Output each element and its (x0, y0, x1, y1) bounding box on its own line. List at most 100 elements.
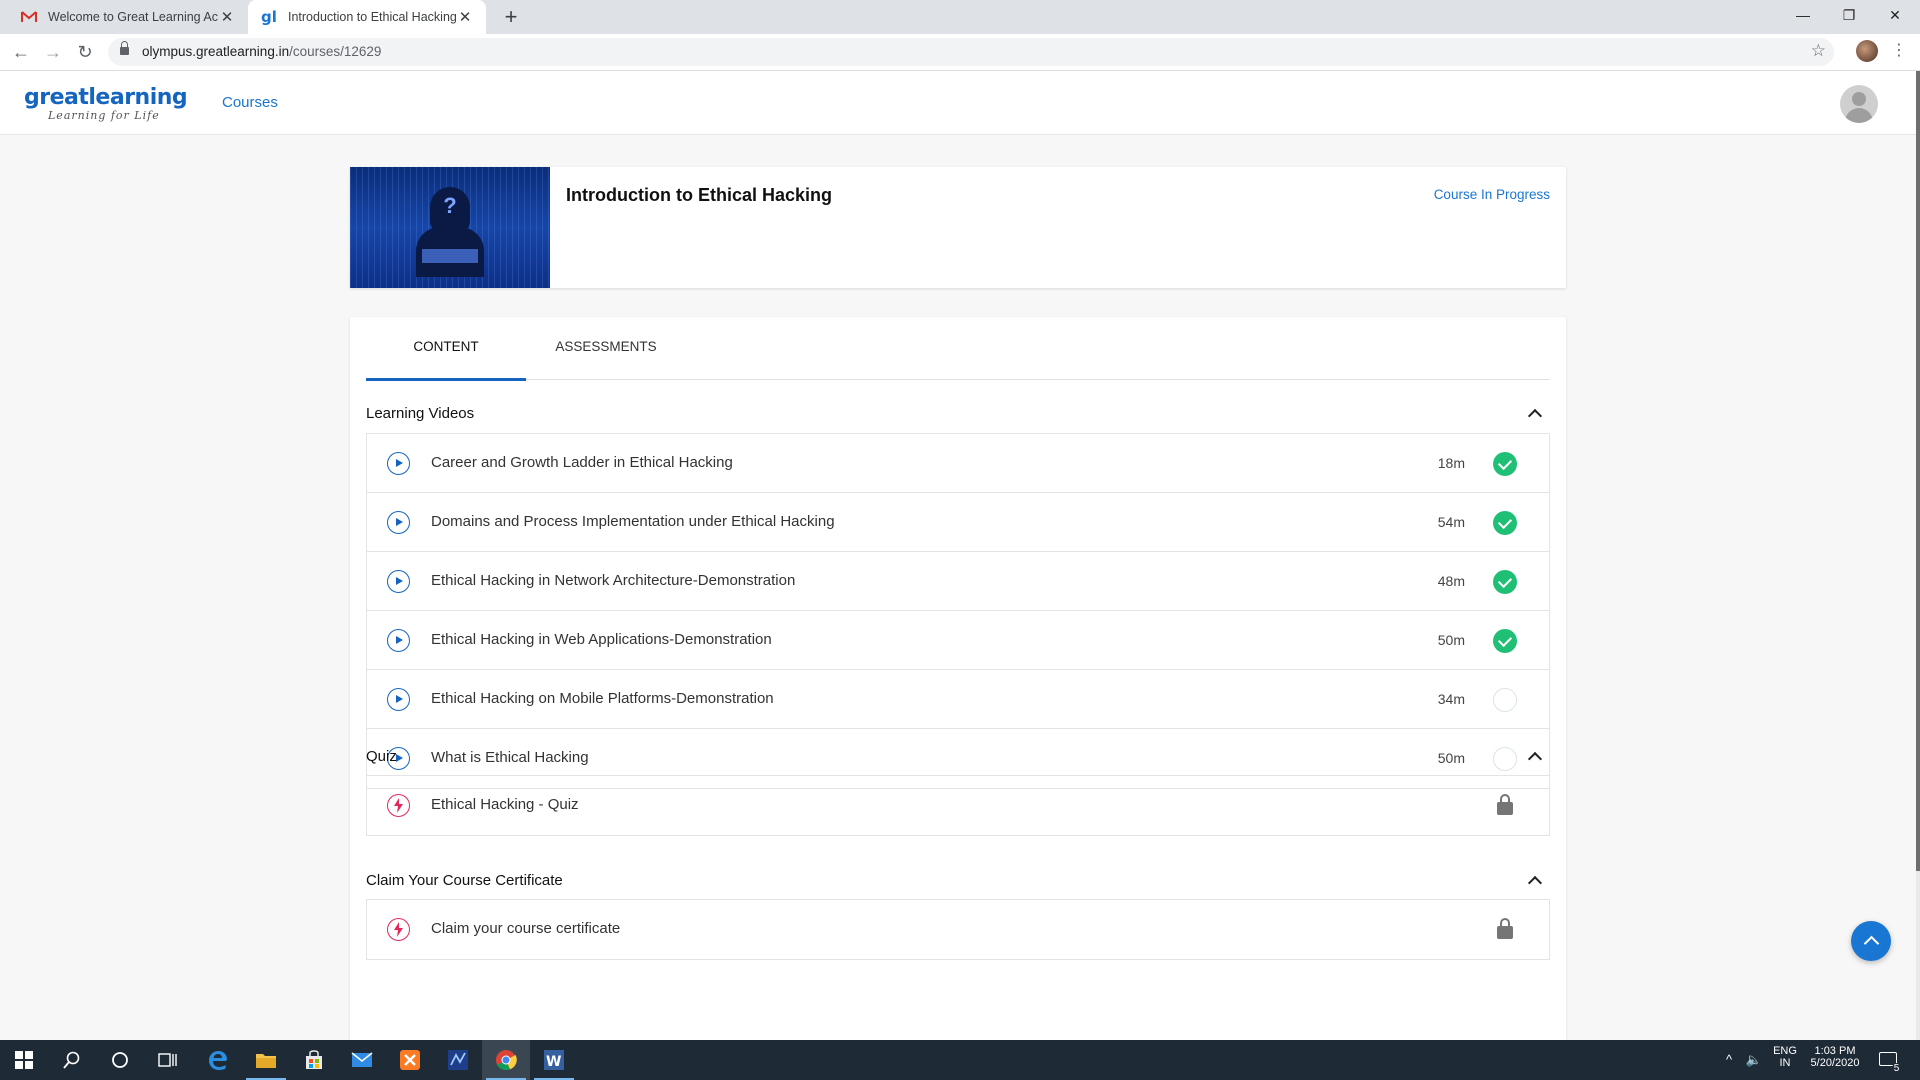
browser-menu-icon[interactable]: ⋮ (1891, 40, 1907, 62)
play-icon (387, 452, 410, 475)
section-header-learning-videos[interactable]: Learning Videos (366, 405, 1550, 425)
file-explorer-icon[interactable] (242, 1040, 290, 1080)
section-header-quiz[interactable]: Quiz (366, 748, 1550, 768)
list-item[interactable]: Domains and Process Implementation under… (367, 493, 1549, 552)
item-title: Career and Growth Ladder in Ethical Hack… (431, 454, 733, 471)
clock[interactable]: 1:03 PM 5/20/2020 (1800, 1040, 1870, 1080)
close-window-button[interactable]: ✕ (1872, 0, 1918, 30)
incomplete-circle-icon (1493, 688, 1517, 712)
list-item[interactable]: Ethical Hacking in Web Applications-Demo… (367, 611, 1549, 670)
completed-check-icon (1493, 452, 1517, 476)
section-title: Learning Videos (366, 405, 475, 422)
app-icon[interactable] (434, 1040, 482, 1080)
list-item[interactable]: Claim your course certificate (367, 900, 1549, 959)
quiz-list: Ethical Hacking - Quiz (366, 775, 1550, 836)
section-title: Claim Your Course Certificate (366, 872, 563, 889)
search-icon[interactable] (48, 1040, 96, 1080)
svg-text:W: W (546, 1054, 561, 1070)
windows-taskbar: W ^ 🔈 ENG IN 1:03 PM 5/20/2020 5 (0, 1040, 1920, 1080)
browser-tab-strip: Welcome to Great Learning Acad ✕ gl Intr… (0, 0, 1920, 34)
list-item[interactable]: Ethical Hacking - Quiz (367, 776, 1549, 835)
section-title: Quiz (366, 748, 397, 765)
tab-title: Introduction to Ethical Hacking - (288, 10, 456, 24)
certificate-bolt-icon (387, 918, 410, 941)
gmail-icon (20, 8, 38, 26)
play-icon (387, 570, 410, 593)
item-duration: 34m (1437, 691, 1465, 707)
site-header: greatlearning Learning for Life Courses (0, 71, 1916, 135)
list-item[interactable]: Career and Growth Ladder in Ethical Hack… (367, 434, 1549, 493)
task-view-icon[interactable] (144, 1040, 192, 1080)
item-title: Claim your course certificate (431, 920, 621, 937)
list-item[interactable]: Ethical Hacking on Mobile Platforms-Demo… (367, 670, 1549, 729)
close-tab-icon[interactable]: ✕ (456, 8, 474, 26)
edge-browser-icon[interactable] (194, 1040, 242, 1080)
completed-check-icon (1493, 511, 1517, 535)
forward-button[interactable]: → (40, 39, 66, 65)
browser-toolbar: ← → ↻ olympus.greatlearning.in/courses/1… (0, 34, 1920, 71)
lock-icon (1497, 918, 1513, 940)
browser-tab-course[interactable]: gl Introduction to Ethical Hacking - ✕ (248, 0, 486, 34)
course-content-card: CONTENT ASSESSMENTS Learning Videos Care… (350, 317, 1566, 1040)
list-item[interactable]: Ethical Hacking in Network Architecture-… (367, 552, 1549, 611)
notification-count: 5 (1891, 1063, 1902, 1074)
back-button[interactable]: ← (8, 39, 34, 65)
item-duration: 48m (1437, 573, 1465, 589)
microsoft-store-icon[interactable] (290, 1040, 338, 1080)
tab-assessments[interactable]: ASSESSMENTS (526, 339, 686, 380)
course-title: Introduction to Ethical Hacking (566, 185, 833, 205)
volume-icon[interactable]: 🔈 (1742, 1040, 1766, 1080)
completed-check-icon (1493, 629, 1517, 653)
play-icon (387, 629, 410, 652)
user-avatar[interactable] (1840, 85, 1878, 123)
bookmark-star-icon[interactable]: ☆ (1811, 41, 1826, 61)
course-thumbnail: ? (350, 167, 550, 288)
item-title: Domains and Process Implementation under… (431, 513, 835, 530)
tab-content[interactable]: CONTENT (366, 339, 526, 381)
item-duration: 18m (1437, 455, 1465, 471)
scrollbar-thumb[interactable] (1916, 71, 1920, 871)
item-duration: 50m (1437, 632, 1465, 648)
close-tab-icon[interactable]: ✕ (218, 8, 236, 26)
scroll-to-top-button[interactable] (1851, 921, 1891, 961)
play-icon (387, 511, 410, 534)
language-indicator[interactable]: ENG IN (1770, 1040, 1800, 1080)
new-tab-button[interactable]: + (498, 4, 524, 30)
action-center-icon[interactable]: 5 (1874, 1040, 1914, 1080)
page-viewport: greatlearning Learning for Life Courses … (0, 71, 1920, 1040)
browser-profile-avatar[interactable] (1856, 40, 1878, 62)
item-title: Ethical Hacking on Mobile Platforms-Demo… (431, 690, 774, 707)
completed-check-icon (1493, 570, 1517, 594)
browser-tab-gmail[interactable]: Welcome to Great Learning Acad ✕ (8, 0, 248, 34)
chrome-icon[interactable] (482, 1040, 530, 1080)
greatlearning-logo[interactable]: greatlearning Learning for Life (24, 85, 188, 122)
chevron-up-icon[interactable] (1527, 875, 1543, 891)
lock-icon (120, 41, 129, 56)
word-icon[interactable]: W (530, 1040, 578, 1080)
reload-button[interactable]: ↻ (72, 39, 98, 65)
cortana-icon[interactable] (96, 1040, 144, 1080)
content-tabs: CONTENT ASSESSMENTS (366, 317, 1550, 381)
quiz-bolt-icon (387, 794, 410, 817)
greatlearning-icon: gl (261, 8, 277, 26)
show-hidden-icons-icon[interactable]: ^ (1718, 1040, 1740, 1080)
mail-icon[interactable] (338, 1040, 386, 1080)
item-duration: 54m (1437, 514, 1465, 530)
section-header-certificate[interactable]: Claim Your Course Certificate (366, 872, 1550, 892)
xampp-icon[interactable] (386, 1040, 434, 1080)
tab-title: Welcome to Great Learning Acad (48, 10, 218, 24)
chevron-up-icon[interactable] (1527, 751, 1543, 767)
nav-courses-link[interactable]: Courses (222, 94, 278, 111)
address-bar[interactable]: olympus.greatlearning.in/courses/12629 ☆ (108, 38, 1834, 66)
active-tab-indicator (366, 378, 526, 381)
minimize-button[interactable]: — (1780, 0, 1826, 30)
certificate-list: Claim your course certificate (366, 899, 1550, 960)
chevron-up-icon[interactable] (1527, 408, 1543, 424)
restore-button[interactable]: ❐ (1826, 0, 1872, 30)
item-title: Ethical Hacking in Network Architecture-… (431, 572, 796, 589)
url-text[interactable]: olympus.greatlearning.in/courses/12629 (142, 44, 381, 59)
course-header-card: ? Introduction to Ethical Hacking Course… (350, 167, 1566, 288)
learning-videos-list: Career and Growth Ladder in Ethical Hack… (366, 433, 1550, 789)
lock-icon (1497, 794, 1513, 816)
windows-start-icon[interactable] (0, 1040, 48, 1080)
